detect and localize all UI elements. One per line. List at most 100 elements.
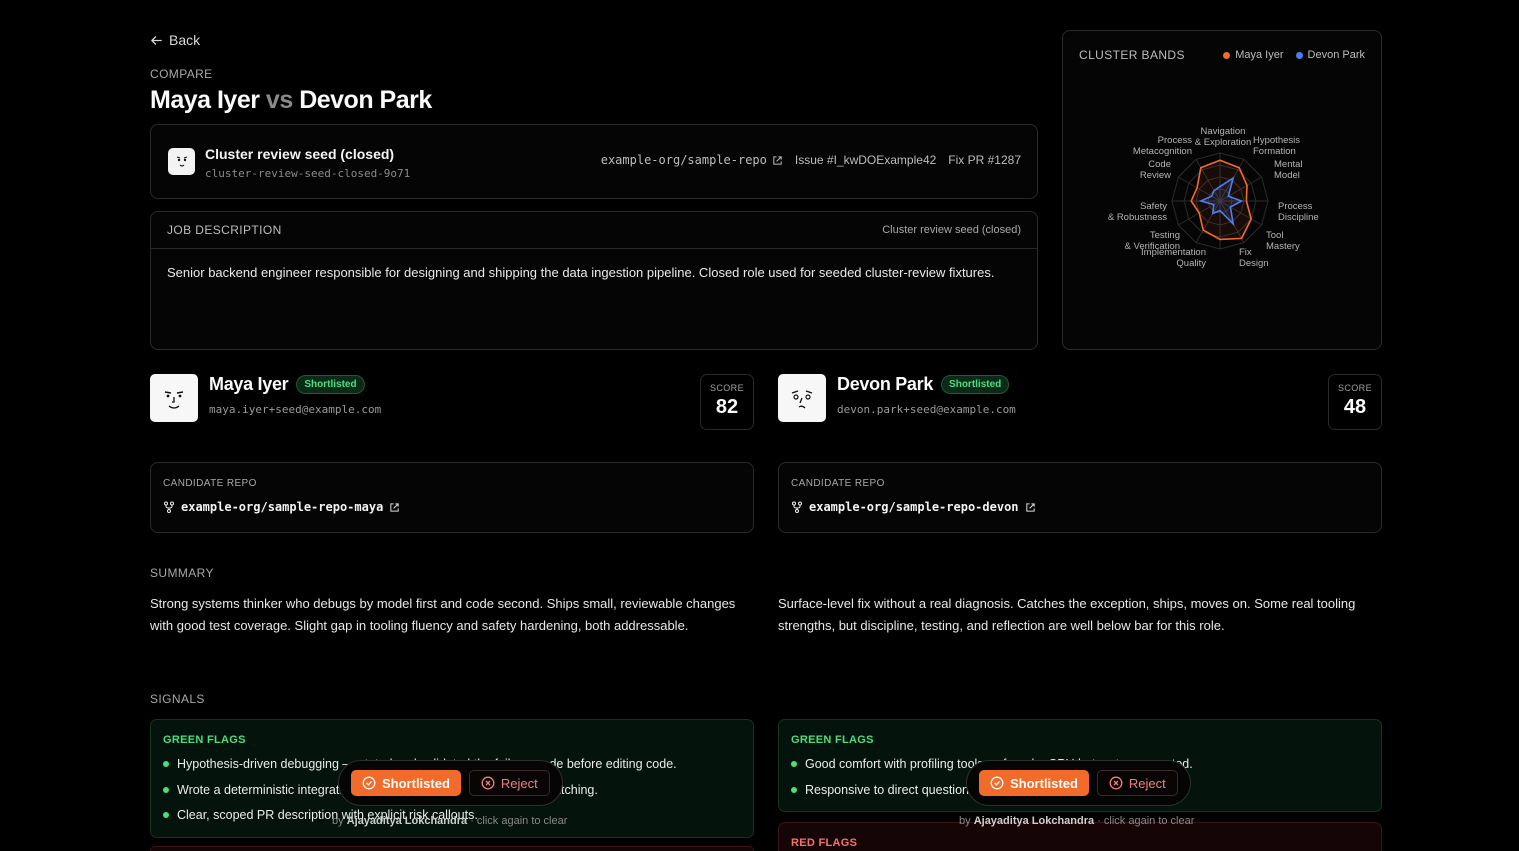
seed-repo: example-org/sample-repo: [600, 153, 767, 167]
reject-button[interactable]: Reject: [1096, 770, 1178, 796]
candidate-repo-name: example-org/sample-repo-maya: [181, 500, 384, 514]
reject-label: Reject: [1128, 775, 1166, 791]
radar-chart: Navigation & Exploration Hypothesis Form…: [1108, 126, 1319, 269]
x-circle-icon: [1109, 776, 1123, 790]
score-label: SCORE: [709, 383, 744, 393]
axis-label: Metacognition: [1133, 146, 1192, 157]
shortlist-button[interactable]: Shortlisted: [979, 770, 1089, 796]
candidate-repo-link[interactable]: example-org/sample-repo-maya: [163, 500, 400, 514]
candidate-a-title: Maya Iyer Shortlisted: [209, 374, 365, 395]
axis-label: Process: [1158, 135, 1193, 146]
arrow-left-icon: [151, 35, 162, 45]
axis-label: Design: [1239, 258, 1269, 269]
clear-hint: · click again to clear: [1097, 815, 1195, 827]
decision-attribution: by Ajayaditya Lokchandra · click again t…: [959, 815, 1194, 827]
axis-label: Code: [1148, 159, 1171, 170]
seed-issue-link[interactable]: Issue #I_kwDOExample42: [795, 153, 936, 167]
axis-label: & Exploration: [1195, 137, 1252, 148]
seed-repo-link[interactable]: example-org/sample-repo: [601, 153, 783, 167]
candidate-repo-card: CANDIDATE REPO example-org/sample-repo-m…: [150, 462, 754, 533]
job-description-text: Senior backend engineer responsible for …: [167, 265, 995, 280]
seed-avatar-icon: [168, 148, 195, 175]
avatar: [778, 374, 826, 422]
shortlist-label: Shortlisted: [382, 775, 450, 791]
axis-label: Mental: [1274, 159, 1303, 170]
bullet: [163, 761, 169, 767]
axis-label: Tool: [1266, 230, 1283, 241]
external-link-icon: [390, 502, 399, 512]
axis-label: Review: [1140, 170, 1171, 181]
job-description-card: JOB DESCRIPTION Cluster review seed (clo…: [150, 211, 1038, 350]
candidate-name: Maya Iyer: [209, 374, 289, 394]
signals-heading: SIGNALS: [150, 692, 205, 706]
axis-label: Discipline: [1278, 212, 1319, 223]
shortlist-button[interactable]: Shortlisted: [351, 770, 461, 796]
shortlist-label: Shortlisted: [1010, 775, 1078, 791]
axis-label: Model: [1274, 170, 1300, 181]
green-flags-title: GREEN FLAGS: [791, 734, 874, 746]
candidate-repo-label: CANDIDATE REPO: [791, 478, 885, 489]
check-circle-icon: [990, 776, 1004, 790]
candidate-email: devon.park+seed@example.com: [837, 403, 1016, 416]
red-flags-title: RED FLAGS: [791, 837, 858, 849]
git-fork-icon: [164, 501, 174, 513]
axis-label: Process: [1278, 201, 1313, 212]
candidate-email: maya.iyer+seed@example.com: [209, 403, 382, 416]
axis-label: Hypothesis: [1253, 135, 1300, 146]
decision-toolbar: Shortlisted Reject: [338, 760, 563, 806]
back-link[interactable]: Back: [150, 32, 200, 48]
summary-heading: SUMMARY: [150, 566, 214, 580]
title-vs: vs: [265, 86, 293, 114]
candidate-repo-name: example-org/sample-repo-devon: [809, 500, 1019, 514]
candidate-repo-link[interactable]: example-org/sample-repo-devon: [791, 500, 1036, 514]
face-icon: [791, 390, 813, 409]
cluster-bands-card: CLUSTER BANDS Maya Iyer Devon Park Navig…: [1062, 30, 1382, 350]
axis-label: Testing: [1150, 230, 1180, 241]
reviewer-name: Ajayaditya Lokchandra: [346, 815, 468, 827]
avatar: [150, 374, 198, 422]
green-flags-title: GREEN FLAGS: [163, 734, 246, 746]
title-candidate-a: Maya Iyer: [150, 86, 260, 114]
candidate-repo-label: CANDIDATE REPO: [163, 478, 257, 489]
job-description-header: JOB DESCRIPTION Cluster review seed (clo…: [151, 212, 1037, 249]
seed-slug: cluster-review-seed-closed-9o71: [205, 167, 411, 180]
page-title: Maya Iyer vs Devon Park: [150, 86, 432, 115]
face-icon: [164, 391, 184, 409]
git-fork-icon: [792, 501, 802, 513]
bullet: [163, 812, 169, 818]
bullet: [163, 787, 169, 793]
candidate-summary: Surface-level fix without a real diagnos…: [778, 596, 1356, 633]
seed-title: Cluster review seed (closed): [205, 146, 395, 162]
status-badge: Shortlisted: [296, 375, 365, 394]
by-label: by: [959, 815, 971, 827]
status-badge: Shortlisted: [941, 375, 1010, 394]
seed-card: Cluster review seed (closed) cluster-rev…: [150, 124, 1038, 199]
reject-button[interactable]: Reject: [468, 770, 550, 796]
axis-label: Safety: [1140, 201, 1167, 212]
seed-links: example-org/sample-repo Issue #I_kwDOExa…: [601, 153, 1021, 167]
clear-hint: · click again to clear: [470, 815, 568, 827]
candidate-b-title: Devon Park Shortlisted: [837, 374, 1010, 395]
external-link-icon: [773, 155, 782, 165]
axis-label: Formation: [1253, 146, 1296, 157]
seed-fix-pr-link[interactable]: Fix PR #1287: [948, 153, 1021, 167]
page-eyebrow: COMPARE: [150, 67, 213, 81]
bullet: [791, 761, 797, 767]
candidate-repo-card: CANDIDATE REPO example-org/sample-repo-d…: [778, 462, 1382, 533]
axis-label: & Verification: [1125, 241, 1180, 252]
job-description-context: Cluster review seed (closed): [882, 224, 1021, 236]
red-flags-card: [150, 846, 754, 851]
score-value: 82: [715, 396, 739, 418]
x-circle-icon: [481, 776, 495, 790]
axis-label: Mastery: [1266, 241, 1300, 252]
title-candidate-b: Devon Park: [299, 86, 432, 114]
check-circle-icon: [362, 776, 376, 790]
axis-label: & Robustness: [1108, 212, 1167, 223]
job-description-label: JOB DESCRIPTION: [167, 223, 282, 237]
reviewer-name: Ajayaditya Lokchandra: [973, 815, 1095, 827]
axis-label: Fix: [1239, 247, 1252, 258]
axis-label: Quality: [1176, 258, 1206, 269]
reject-label: Reject: [500, 775, 538, 791]
score-box: SCORE 82: [700, 374, 754, 430]
score-value: 48: [1343, 396, 1367, 418]
